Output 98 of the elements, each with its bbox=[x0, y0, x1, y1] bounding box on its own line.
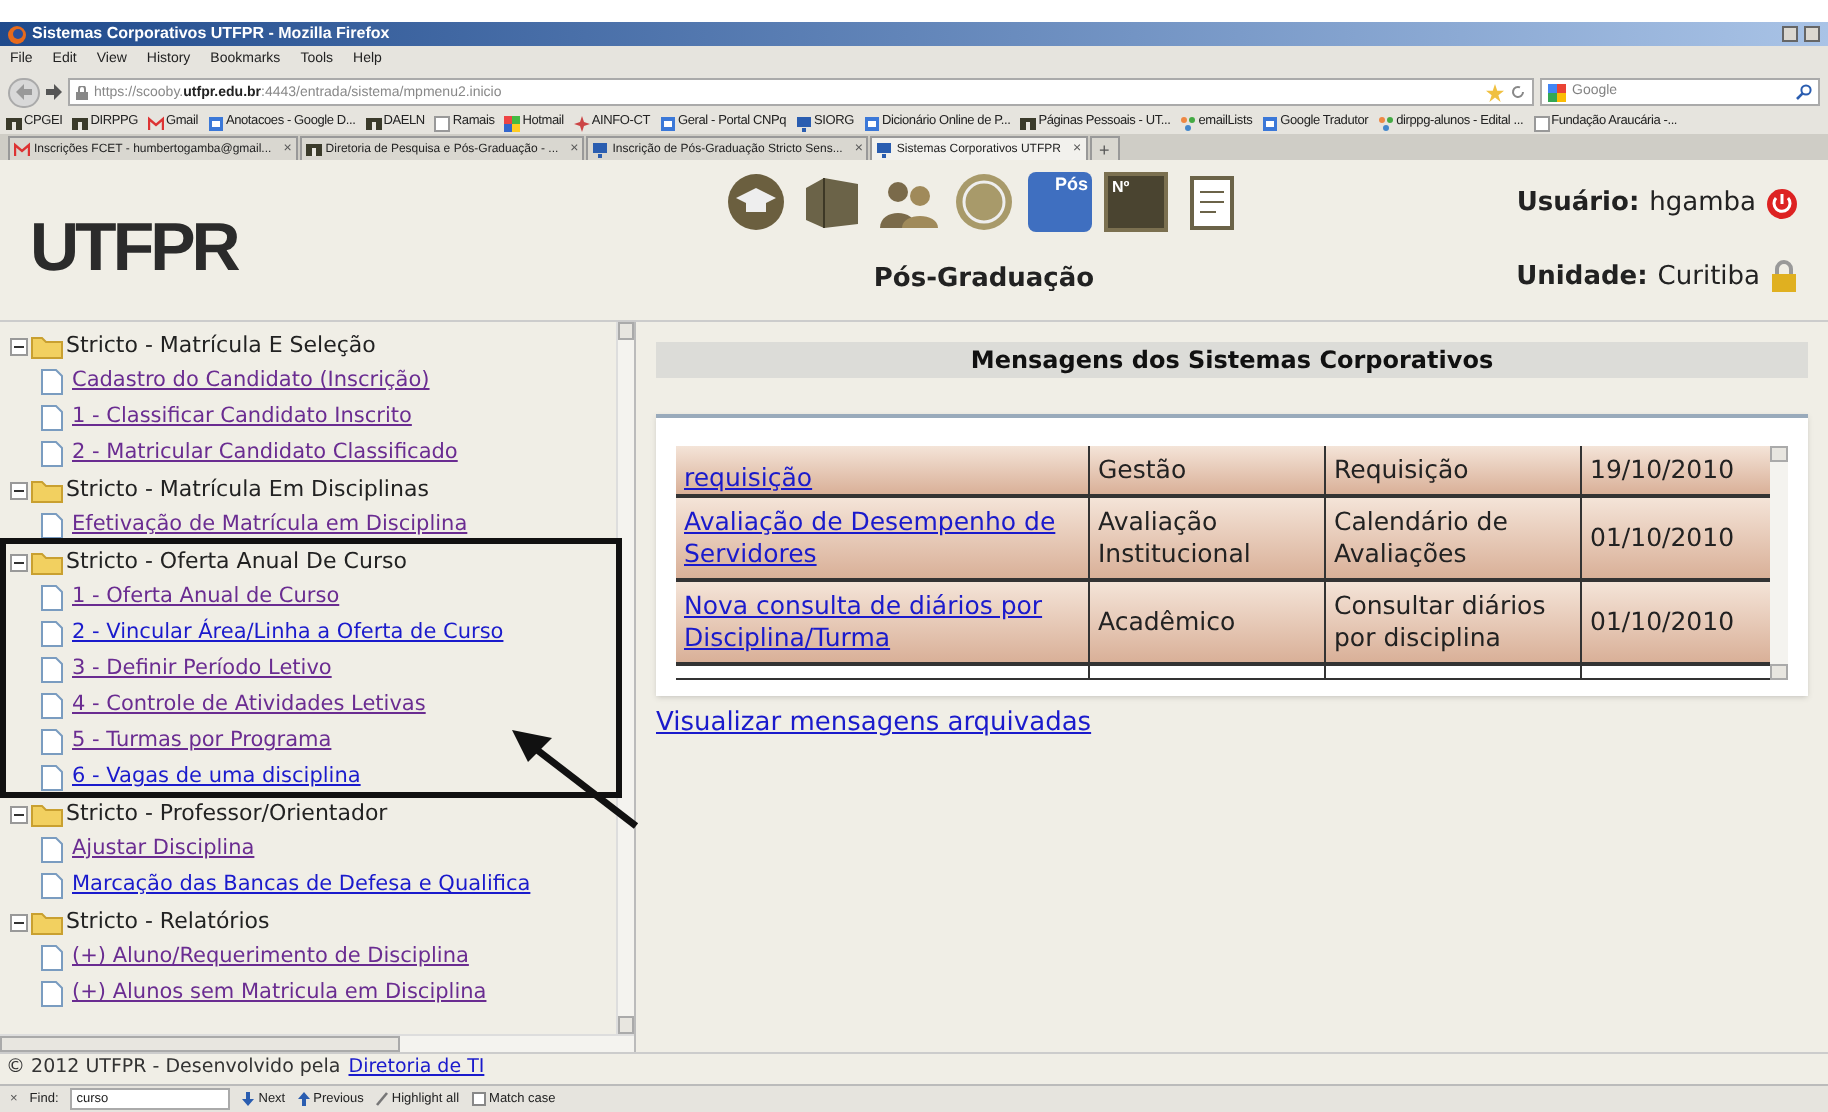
collapse-icon[interactable] bbox=[10, 337, 28, 355]
card-icon[interactable]: Nº bbox=[1104, 172, 1168, 232]
unit-label: Unidade: bbox=[1516, 259, 1648, 295]
monitor-icon bbox=[796, 115, 812, 131]
tree-link[interactable]: Marcação das Bancas de Defesa e Qualifica bbox=[72, 870, 531, 902]
logo-icon bbox=[305, 141, 322, 157]
tree-link[interactable]: 1 - Oferta Anual de Curso bbox=[72, 582, 340, 614]
page-icon bbox=[38, 692, 66, 720]
message-link[interactable]: Avaliação de Desempenho de Servidores bbox=[676, 506, 1088, 570]
monitor-icon bbox=[876, 141, 893, 157]
folder-icon bbox=[30, 549, 64, 575]
maximize-button[interactable] bbox=[1804, 26, 1820, 42]
search-icon[interactable] bbox=[1796, 84, 1812, 100]
page-icon bbox=[38, 944, 66, 972]
tree-link[interactable]: 2 - Matricular Candidato Classificado bbox=[72, 438, 458, 470]
page-icon bbox=[38, 368, 66, 396]
tree-link[interactable]: 6 - Vagas de uma disciplina bbox=[72, 762, 361, 794]
unit-name: Curitiba bbox=[1657, 259, 1760, 295]
user-name: hgamba bbox=[1649, 186, 1756, 222]
tree-group-label[interactable]: Stricto - Oferta Anual De Curso bbox=[66, 545, 407, 579]
google-icon bbox=[1548, 83, 1566, 101]
up-arrow-icon bbox=[297, 1092, 310, 1106]
page-icon bbox=[38, 584, 66, 612]
arrow-drawing bbox=[508, 726, 640, 830]
minimize-button[interactable] bbox=[1782, 26, 1798, 42]
document-icon bbox=[863, 115, 880, 131]
match-case-checkbox[interactable] bbox=[471, 1092, 486, 1106]
tree-link[interactable]: Cadastro do Candidato (Inscrição) bbox=[72, 366, 430, 398]
page-icon bbox=[38, 404, 66, 432]
tree-link[interactable]: 3 - Definir Período Letivo bbox=[72, 654, 332, 686]
back-arrow-icon bbox=[16, 84, 32, 100]
page-icon bbox=[38, 836, 66, 864]
horizontal-scrollbar[interactable] bbox=[0, 1034, 634, 1052]
star-icon[interactable] bbox=[1486, 83, 1504, 101]
dots-icon bbox=[1180, 115, 1197, 131]
folder-icon bbox=[30, 333, 64, 359]
tree-link[interactable]: (+) Aluno/Requerimento de Disciplina bbox=[72, 942, 469, 974]
folder-icon bbox=[30, 801, 64, 827]
page-icon bbox=[38, 512, 66, 540]
copyright-text: © 2012 UTFPR - Desenvolvido pela bbox=[6, 1054, 341, 1083]
collapse-icon[interactable] bbox=[10, 805, 28, 823]
table-cell: Acadêmico bbox=[1088, 582, 1324, 662]
new-tab-button[interactable]: + bbox=[1089, 136, 1120, 160]
collapse-icon[interactable] bbox=[10, 553, 28, 571]
document-icon bbox=[660, 115, 676, 131]
message-link[interactable]: Nova consulta de diários por Disciplina/Turma bbox=[676, 590, 1088, 654]
page-icon bbox=[38, 980, 66, 1008]
document-icon bbox=[207, 115, 224, 131]
page-icon bbox=[38, 656, 66, 684]
tree-link[interactable]: 5 - Turmas por Programa bbox=[72, 726, 332, 758]
tree-link[interactable]: Efetivação de Matrícula em Disciplina bbox=[72, 510, 468, 542]
graduation-cap-icon[interactable] bbox=[724, 172, 788, 232]
collapse-icon[interactable] bbox=[10, 913, 28, 931]
document-icon bbox=[1262, 115, 1279, 131]
folder-icon bbox=[30, 909, 64, 935]
section-title: Pós-Graduação bbox=[873, 262, 1095, 298]
collapse-icon[interactable] bbox=[10, 481, 28, 499]
page-icon bbox=[1533, 115, 1550, 131]
page-icon bbox=[38, 620, 66, 648]
tree-link[interactable]: 2 - Vincular Área/Linha a Oferta de Curso bbox=[72, 618, 504, 650]
tree-group-label[interactable]: Stricto - Relatórios bbox=[66, 905, 270, 939]
page-icon bbox=[38, 728, 66, 756]
messages-title: Mensagens dos Sistemas Corporativos bbox=[656, 342, 1808, 378]
dots-icon bbox=[1378, 115, 1395, 131]
firefox-icon bbox=[8, 25, 26, 43]
page-icon bbox=[434, 115, 451, 131]
flag-icon bbox=[504, 115, 521, 131]
mail-icon bbox=[147, 115, 164, 131]
archive-link[interactable]: Visualizar mensagens arquivadas bbox=[656, 704, 1092, 743]
mail-icon bbox=[14, 141, 30, 157]
user-label: Usuário: bbox=[1516, 186, 1640, 222]
globe-tile-icon[interactable]: Pós bbox=[1028, 172, 1092, 232]
monitor-icon bbox=[592, 141, 609, 157]
tree-group-label[interactable]: Stricto - Professor/Orientador bbox=[66, 797, 388, 831]
tree-link[interactable]: Ajustar Disciplina bbox=[72, 834, 255, 866]
power-icon[interactable] bbox=[1766, 187, 1798, 220]
utfpr-logo: UTFPR bbox=[30, 207, 240, 289]
footer-link[interactable]: Diretoria de TI bbox=[348, 1054, 485, 1084]
forward-arrow-icon[interactable] bbox=[46, 84, 62, 100]
window-title: Sistemas Corporativos UTFPR - Mozilla Firefox bbox=[32, 26, 390, 42]
reload-icon[interactable] bbox=[1510, 84, 1526, 100]
tree-group-label[interactable]: Stricto - Matrícula Em Disciplinas bbox=[66, 473, 429, 507]
down-arrow-icon bbox=[242, 1092, 255, 1106]
message-link[interactable]: requisição bbox=[676, 462, 1088, 494]
table-cell: Consultar diários por disciplina bbox=[1324, 582, 1580, 662]
cabinet-icon[interactable] bbox=[800, 172, 864, 232]
page-icon bbox=[38, 872, 66, 900]
page-icon bbox=[38, 440, 66, 468]
page-icon bbox=[38, 764, 66, 792]
lock-icon bbox=[76, 85, 88, 99]
tree-link[interactable]: (+) Alunos sem Matricula em Disciplina bbox=[72, 978, 487, 1010]
star-icon bbox=[573, 115, 590, 131]
table-scrollbar[interactable] bbox=[1770, 446, 1788, 680]
pen-icon bbox=[375, 1092, 388, 1106]
tree-link[interactable]: 4 - Controle de Atividades Letivas bbox=[72, 690, 426, 722]
tree-link[interactable]: 1 - Classificar Candidato Inscrito bbox=[72, 402, 412, 434]
tree-group-label[interactable]: Stricto - Matrícula E Seleção bbox=[66, 329, 376, 363]
folder-icon bbox=[30, 477, 64, 503]
